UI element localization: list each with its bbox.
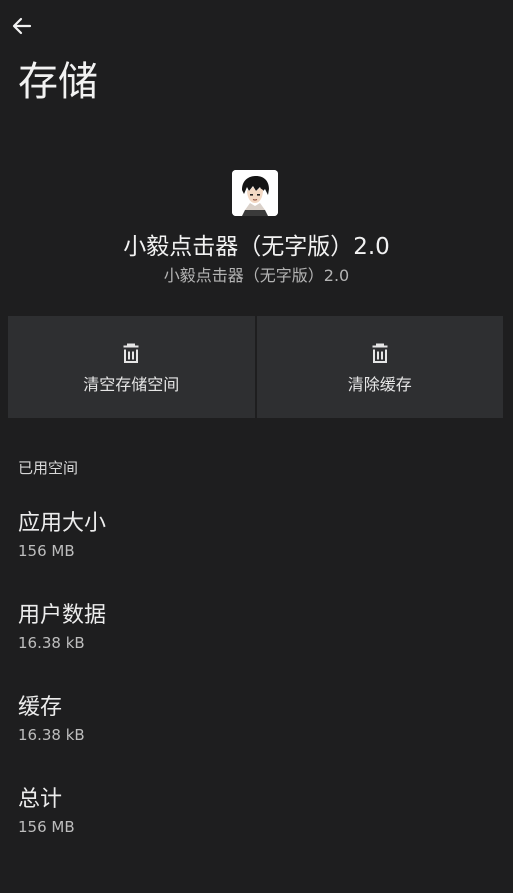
stat-value: 156 MB: [18, 818, 75, 836]
clear-cache-button[interactable]: 清除缓存: [256, 316, 503, 418]
stat-value: 16.38 kB: [18, 726, 85, 744]
app-name: 小毅点击器（无字版）2.0: [123, 234, 390, 260]
section-header-used-space: 已用空间: [18, 459, 79, 477]
stat-item-total: 总计 156 MB: [18, 785, 488, 837]
stat-title: 用户数据: [18, 603, 107, 628]
trash-icon: [372, 343, 388, 363]
app-version: 小毅点击器（无字版）2.0: [163, 266, 350, 285]
stat-value: 156 MB: [18, 542, 75, 560]
arrow-left-icon: [12, 17, 32, 35]
trash-icon: [123, 343, 139, 363]
stat-value: 16.38 kB: [18, 634, 85, 652]
stat-title: 缓存: [18, 695, 63, 720]
stat-title: 应用大小: [18, 511, 107, 536]
stat-item-user-data: 用户数据 16.38 kB: [18, 601, 488, 653]
app-avatar-icon: [232, 170, 278, 216]
action-row: 清空存储空间 清除缓存: [8, 316, 503, 418]
clear-cache-label: 清除缓存: [347, 375, 412, 394]
page-title: 存储: [18, 59, 98, 105]
stat-item-cache: 缓存 16.38 kB: [18, 693, 488, 745]
clear-storage-label: 清空存储空间: [83, 375, 180, 394]
stat-item-app-size: 应用大小 156 MB: [18, 509, 488, 561]
stat-title: 总计: [18, 787, 63, 812]
back-button[interactable]: [6, 10, 38, 42]
clear-storage-button[interactable]: 清空存储空间: [8, 316, 255, 418]
